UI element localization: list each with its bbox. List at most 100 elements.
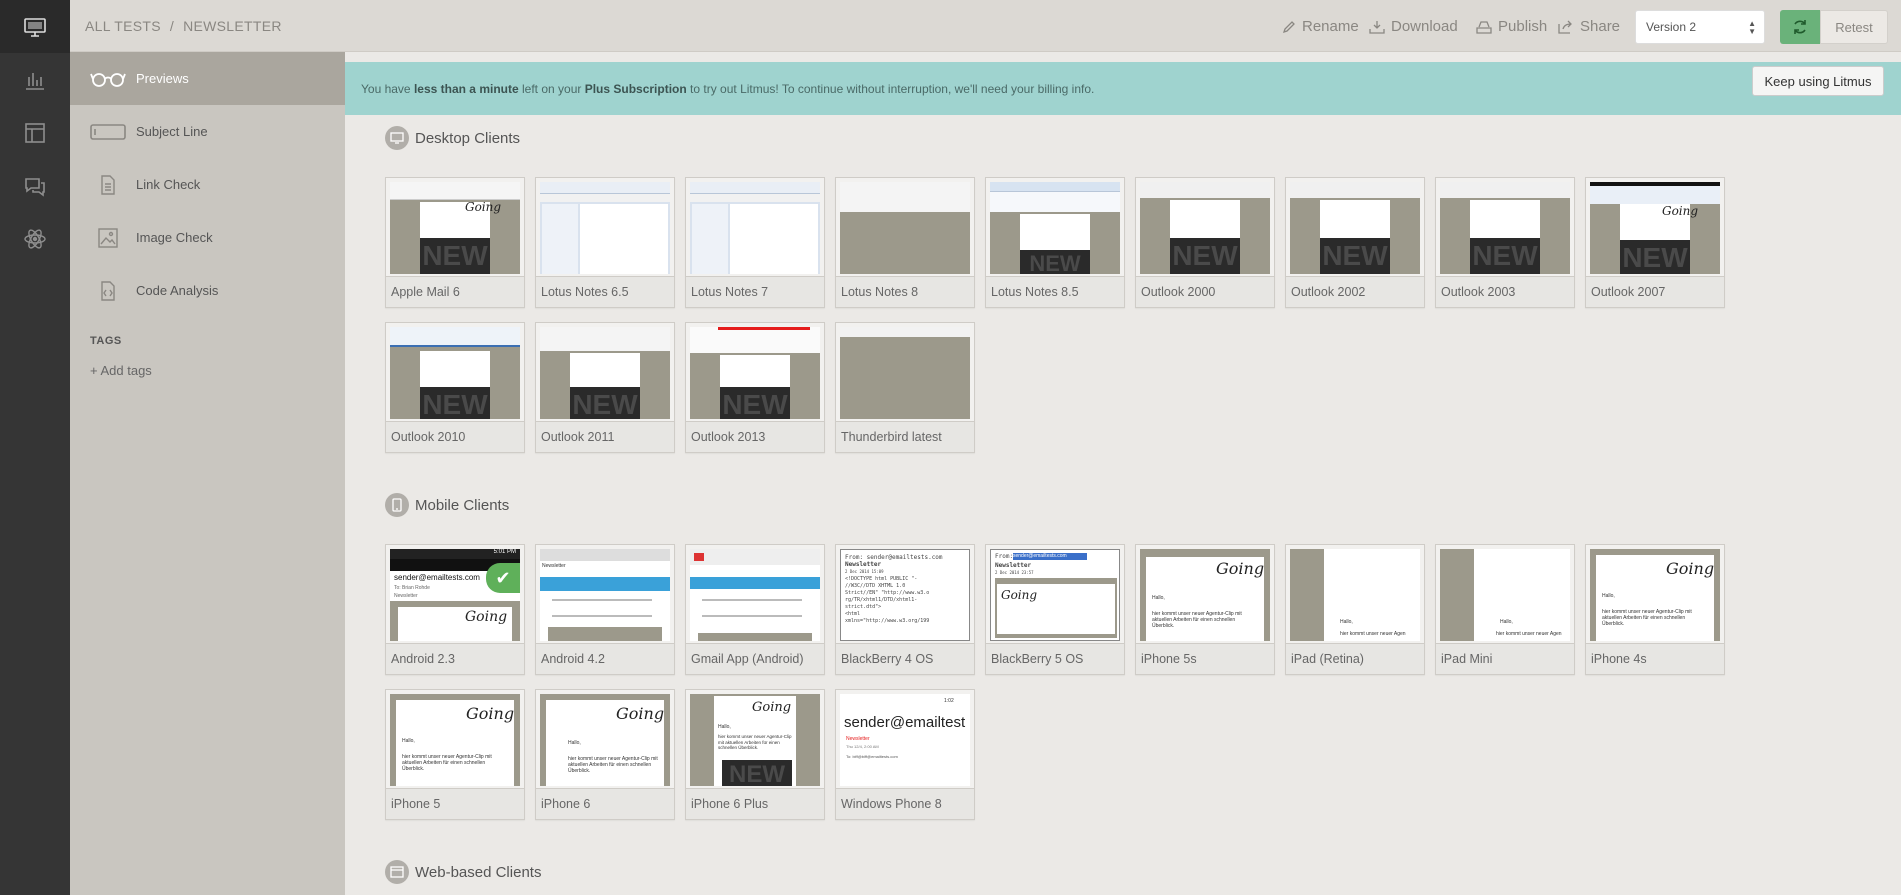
client-label: iPhone 5s [1136,643,1274,674]
client-label: Gmail App (Android) [686,643,824,674]
add-tags-link[interactable]: + Add tags [90,363,152,378]
sync-button[interactable] [1780,10,1820,44]
client-card-lotus-notes-7[interactable]: Lotus Notes 7 [685,177,825,308]
client-label: Android 4.2 [536,643,674,674]
breadcrumb-current: NEWSLETTER [183,18,282,34]
client-card-iphone-6-plus[interactable]: Going Hallo, hier kommt unser neuer Agen… [685,689,825,820]
greeting-text: Hallo, [402,738,415,744]
share-button[interactable]: Share [1558,18,1620,35]
client-card-outlook-2007[interactable]: NEW Going Outlook 2007 [1585,177,1725,308]
body-text: hier kommt unser neuer Agen [1340,631,1406,637]
client-card-windows-phone-8[interactable]: 1:02 sender@emailtest Newsletter Thu 12/… [835,689,975,820]
client-card-thunderbird-latest[interactable]: Thunderbird latest [835,322,975,453]
client-card-outlook-2003[interactable]: NEW Outlook 2003 [1435,177,1575,308]
client-card-lotus-notes-8-5[interactable]: NEW Lotus Notes 8.5 [985,177,1125,308]
sidebar-item-image-check[interactable]: Image Check [70,211,345,264]
client-card-outlook-2002[interactable]: NEW Outlook 2002 [1285,177,1425,308]
rail-item-feedback[interactable] [0,159,70,212]
date-text: 2 Dec 2014 15:09 [845,569,884,574]
refresh-icon [1794,20,1806,34]
rename-button[interactable]: Rename [1282,18,1359,35]
version-select[interactable]: Version 2 ▲ ▼ [1635,10,1765,44]
client-card-outlook-2000[interactable]: NEW Outlook 2000 [1135,177,1275,308]
client-preview-thumbnail: NEW Going [1590,182,1720,274]
client-label: Lotus Notes 7 [686,276,824,307]
subject-text: Newsletter [845,561,882,568]
client-preview-thumbnail: NEW [1440,182,1570,274]
rail-item-analytics[interactable] [0,53,70,106]
from-text: From: sender@emailtests.com [845,554,943,561]
new-graphic: NEW [720,387,790,419]
client-label: iPad Mini [1436,643,1574,674]
client-card-ipad-retina[interactable]: Hallo, hier kommt unser neuer Agen iPad … [1285,544,1425,675]
share-label: Share [1580,18,1621,35]
client-label: iPhone 6 Plus [686,788,824,819]
sidebar-item-label: Link Check [136,177,201,192]
layout-icon [25,122,45,143]
pencil-icon [1282,20,1296,34]
glasses-icon [88,70,128,88]
client-label: iPhone 4s [1586,643,1724,674]
download-button[interactable]: Download [1369,18,1458,35]
to-text: To: biff@biff@emailtests.com [846,754,898,759]
publish-label: Publish [1498,18,1548,35]
signature-graphic: Going [616,704,665,723]
client-card-lotus-notes-8[interactable]: Lotus Notes 8 [835,177,975,308]
desktop-clients-title: Desktop Clients [385,126,520,150]
client-card-iphone-6[interactable]: Going Hallo, hier kommt unser neuer Agen… [535,689,675,820]
select-arrows-icon: ▲ ▼ [1748,19,1756,36]
client-card-lotus-notes-6-5[interactable]: Lotus Notes 6.5 [535,177,675,308]
client-card-android-2-3[interactable]: 5:01 PM sender@emailtests.com To: Brian … [385,544,525,675]
client-preview-thumbnail: NEW Going [390,182,520,274]
subject-text: Newsletter [995,562,1032,569]
sidebar-item-code-analysis[interactable]: Code Analysis [70,264,345,317]
client-preview-thumbnail [540,182,670,274]
keep-using-litmus-button[interactable]: Keep using Litmus [1752,66,1884,96]
client-card-outlook-2010[interactable]: NEW Outlook 2010 [385,322,525,453]
rail-item-labs[interactable] [0,212,70,265]
web-client-icon [385,860,409,884]
client-card-gmail-app-android[interactable]: Gmail App (Android) [685,544,825,675]
desktop-client-icon [385,126,409,150]
body-text: hier kommt unser neuer Agen [1496,631,1562,637]
tags-title: TAGS [90,335,122,347]
banner-bold-time: less than a minute [413,82,519,96]
new-graphic: NEW [570,387,640,419]
client-label: iPhone 5 [386,788,524,819]
signature-graphic: Going [752,700,792,715]
client-card-outlook-2011[interactable]: NEW Outlook 2011 [535,322,675,453]
sidebar-item-label: Subject Line [136,124,208,139]
breadcrumb-all-tests[interactable]: ALL TESTS [85,18,161,34]
sidebar-item-previews[interactable]: Previews [70,52,345,105]
client-card-iphone-5s[interactable]: Going Hallo, hier kommt unser neuer Agen… [1135,544,1275,675]
check-icon: ✔ [486,563,520,593]
sidebar-item-subject-line[interactable]: Subject Line [70,105,345,158]
top-bar: ALL TESTS / NEWSLETTER Rename Download Pub… [70,0,1901,52]
publish-button[interactable]: Publish [1476,18,1547,35]
banner-text-3: to try out Litmus! To continue without i… [686,82,1095,96]
status-bar-time: 5:01 PM [390,549,520,559]
client-label: Outlook 2002 [1286,276,1424,307]
client-card-apple-mail-6[interactable]: NEW Going Apple Mail 6 [385,177,525,308]
retest-button[interactable]: Retest [1820,10,1888,44]
client-preview-thumbnail: Going Hallo, hier kommt unser neuer Agen… [540,694,670,786]
rail-item-desktop[interactable] [0,0,70,53]
client-preview-thumbnail: NEW [390,327,520,419]
client-card-iphone-4s[interactable]: Going Hallo, hier kommt unser neuer Agen… [1585,544,1725,675]
chat-icon [25,177,45,197]
client-card-ipad-mini[interactable]: Hallo, hier kommt unser neuer Agen iPad … [1435,544,1575,675]
atom-icon [24,228,46,249]
client-preview-thumbnail: 1:02 sender@emailtest Newsletter Thu 12/… [840,694,970,786]
sidebar-item-link-check[interactable]: Link Check [70,158,345,211]
client-card-iphone-5[interactable]: Going Hallo, hier kommt unser neuer Agen… [385,689,525,820]
client-card-outlook-2013[interactable]: NEW Outlook 2013 [685,322,825,453]
sender-highlight: sender@emailtests.com [1013,553,1087,560]
client-card-android-4-2[interactable]: Newsletter Android 4.2 [535,544,675,675]
rail-item-builder[interactable] [0,106,70,159]
new-graphic: NEW [1320,238,1390,274]
client-card-blackberry-5-os[interactable]: From: sender@emailtests.com Newsletter 2… [985,544,1125,675]
signature-graphic: Going [1662,204,1699,218]
body-text: hier kommt unser neuer Agentur-Clip mit … [718,734,792,750]
client-card-blackberry-4-os[interactable]: From: sender@emailtests.com Newsletter 2… [835,544,975,675]
new-graphic: NEW [1170,238,1240,274]
